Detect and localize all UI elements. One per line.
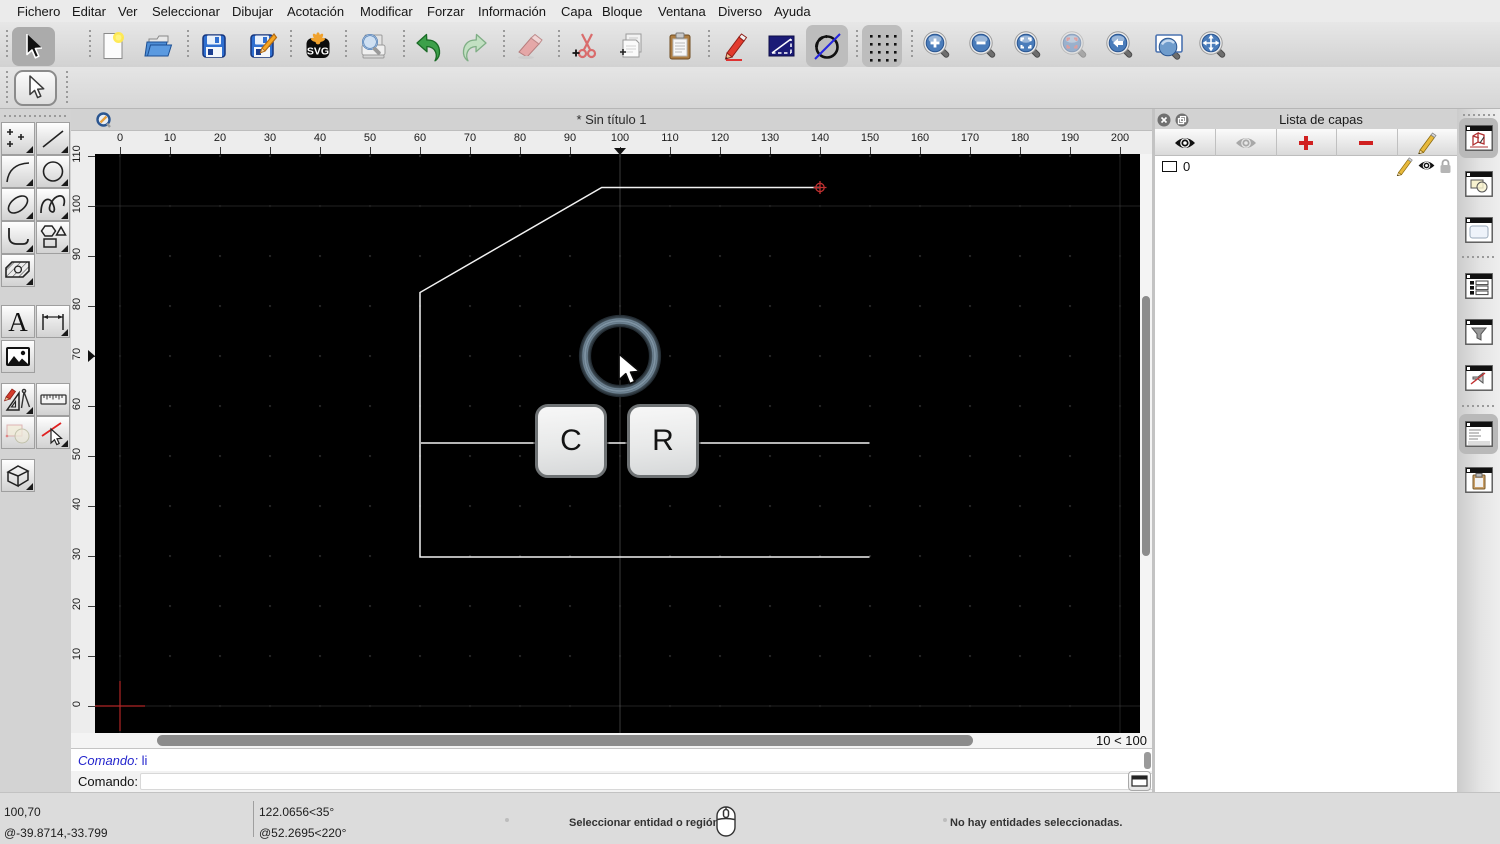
svg-text:A: A [8, 307, 28, 337]
svg-text:SVG: SVG [307, 46, 329, 58]
